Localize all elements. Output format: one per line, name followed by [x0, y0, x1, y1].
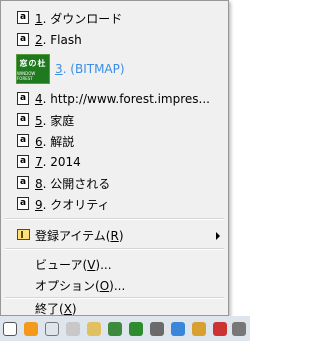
item-text: 公開される [50, 176, 111, 191]
text-clip-icon: a [17, 33, 29, 46]
document-tray-icon[interactable] [45, 322, 59, 336]
text-clip-icon: a [17, 176, 29, 189]
history-item-1[interactable]: a 1. ダウンロード [3, 7, 226, 29]
folder-icon [17, 229, 30, 240]
history-item-8[interactable]: a 8. 公開される [3, 172, 226, 194]
text-clip-icon: a [17, 113, 29, 126]
thumbnail-subtitle: WINDOW FOREST [17, 70, 36, 81]
item-number: 8 [35, 176, 43, 191]
status-tray-icon[interactable] [192, 322, 206, 336]
item-number: 7 [35, 155, 43, 169]
history-item-5[interactable]: a 5. 家庭 [3, 109, 226, 131]
text-clip-icon: a [17, 155, 29, 168]
item-number: 3 [55, 62, 63, 76]
thumbnail-title: 窓の杜 [19, 58, 47, 68]
menu-separator [5, 218, 224, 220]
nvidia-tray-icon[interactable] [108, 322, 122, 336]
text-clip-icon: a [17, 11, 29, 24]
item-number: 9 [35, 197, 43, 212]
item-text: 家庭 [50, 113, 75, 128]
viewer-menu-item[interactable]: ビューア(V)... [3, 253, 226, 275]
item-text: (BITMAP) [70, 62, 125, 76]
menu-separator [5, 248, 224, 250]
clipboard-history-menu: a 1. ダウンロード a 2. Flash 窓の杜 WINDOW FOREST… [0, 0, 229, 316]
tool-tray-icon[interactable] [66, 322, 80, 336]
text-clip-icon: a [17, 197, 29, 210]
options-menu-item[interactable]: オプション(O)... [3, 274, 226, 296]
volume-tray-icon[interactable] [232, 322, 246, 336]
item-text: クオリティ [50, 197, 110, 212]
history-item-3-bitmap[interactable]: 窓の杜 WINDOW FOREST 3. (BITMAP) [3, 52, 226, 86]
item-text: 2014 [50, 155, 81, 169]
history-item-6[interactable]: a 6. 解説 [3, 130, 226, 152]
cloud-tray-icon[interactable] [171, 322, 185, 336]
item-number: 6 [35, 134, 43, 149]
alert-tray-icon[interactable] [24, 322, 38, 336]
history-item-2[interactable]: a 2. Flash [3, 29, 226, 51]
submenu-arrow-icon [216, 232, 220, 240]
check-tray-icon[interactable] [129, 322, 143, 336]
taskbar-tray [0, 316, 250, 341]
history-item-9[interactable]: a 9. クオリティ [3, 193, 226, 215]
item-text: http://www.forest.impres... [50, 92, 210, 106]
item-text: ダウンロード [50, 11, 123, 26]
folder-tray-icon[interactable] [87, 322, 101, 336]
clip-tray-icon[interactable] [3, 322, 17, 336]
item-number: 4 [35, 92, 43, 106]
item-text: 解説 [50, 134, 75, 149]
bitmap-thumbnail: 窓の杜 WINDOW FOREST [16, 54, 50, 84]
item-text: Flash [50, 33, 82, 47]
history-item-7[interactable]: a 7. 2014 [3, 151, 226, 173]
item-number: 1 [35, 11, 43, 26]
text-clip-icon: a [17, 134, 29, 147]
registered-items-submenu[interactable]: 登録アイテム(R) [3, 224, 226, 246]
red-tray-icon[interactable] [213, 322, 227, 336]
text-clip-icon: a [17, 92, 29, 105]
network-tray-icon[interactable] [150, 322, 164, 336]
item-number: 2 [35, 33, 43, 47]
item-number: 5 [35, 113, 43, 128]
history-item-4[interactable]: a 4. http://www.forest.impres... [3, 88, 226, 110]
